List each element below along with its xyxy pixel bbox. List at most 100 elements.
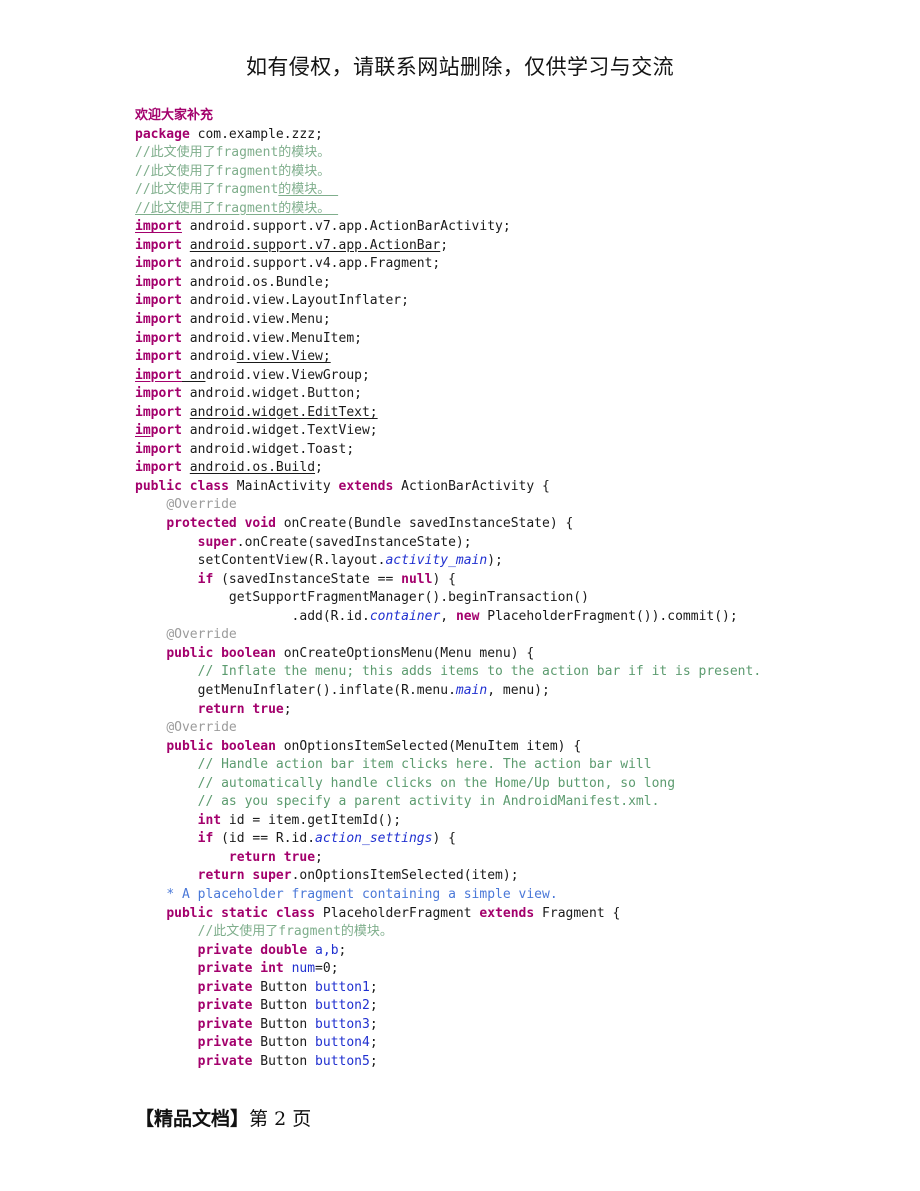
code-line: import android.widget.EditText; [135,404,895,423]
footer-page-number: 2 [274,1108,287,1130]
code-token: button1 [315,979,370,995]
code-line: import android.view.View; [135,348,895,367]
code-token: ; [369,1035,378,1051]
code-line: import android.view.MenuItem; [135,330,895,349]
code-token: container [369,608,441,624]
code-token: button5 [315,1053,370,1069]
code-token: action_settings [315,831,433,847]
code-token: private [197,1016,253,1032]
code-token: android.view.MenuItem; [181,330,362,346]
code-token: // as you specify a parent activity in A… [197,794,660,810]
code-line: private Button button5; [135,1053,895,1072]
code-token: return [197,701,245,717]
code-token: ; [440,237,449,253]
code-line: import android.view.Menu; [135,311,895,330]
code-token: getSupportFragmentManager().beginTransac… [228,590,589,606]
code-token: ; [338,942,347,958]
code-token: import [135,441,182,457]
code-token: .onOptionsItemSelected(item); [291,868,519,884]
code-line: // as you specify a parent activity in A… [135,793,895,812]
code-line: import android.os.Bundle; [135,274,895,293]
code-token: ; [369,998,378,1014]
code-line: @Override [135,719,895,738]
code-token: fragment [215,182,279,198]
code-line: import android.view.ViewGroup; [135,367,895,386]
code-token: im [135,423,151,439]
code-token: boolean [221,738,276,754]
code-line: public boolean onOptionsItemSelected(Men… [135,738,895,757]
code-line: @Override [135,626,895,645]
code-token: Button [252,998,316,1014]
code-token: android.view.LayoutInflater; [181,293,409,309]
code-token: import [135,237,182,253]
code-token: button4 [315,1035,370,1051]
code-line: //此文使用了fragment的模块。 [135,923,895,942]
code-line: .add(R.id.container, new PlaceholderFrag… [135,608,895,627]
code-line: if (id == R.id.action_settings) { [135,830,895,849]
code-token: private [197,979,253,995]
code-line: public class MainActivity extends Action… [135,478,895,497]
document-page: 如有侵权，请联系网站删除，仅供学习与交流 欢迎大家补充 package com.e… [0,0,920,1191]
code-token: extends [338,478,394,494]
code-token: ActionBarActivity { [393,478,550,494]
code-token: onOptionsItemSelected(MenuItem item) { [275,738,582,754]
code-line: import android.support.v7.app.ActionBar; [135,237,895,256]
code-token: android.widget.Button; [181,386,362,402]
footer-page-suffix: 页 [292,1108,312,1130]
code-token: id = item.getItemId(); [221,812,402,828]
code-token: private [197,1035,253,1051]
code-token: private [197,1053,253,1069]
code-line: // Inflate the menu; this adds items to … [135,663,895,682]
code-token: a,b [315,942,339,958]
code-line: import android.os.Build; [135,459,895,478]
code-token: int [197,812,222,828]
code-line: super.onCreate(savedInstanceState); [135,534,895,553]
code-token: ); [487,553,503,569]
code-token: Button [252,1053,316,1069]
code-token: (savedInstanceState == [213,571,402,587]
code-line: package com.example.zzz; [135,126,895,145]
code-token: onCreate(Bundle savedInstanceState) { [275,516,574,532]
code-token: static [221,905,269,921]
code-token: android.widget.Toast; [181,441,355,457]
code-token: package [135,126,190,142]
code-token: @Override [166,627,237,643]
code-token: ; [315,460,323,476]
code-token: android.widget.EditText; [189,404,378,420]
page-footer: 【精品文档】第 2 页 [135,1106,311,1132]
code-token: * A placeholder fragment containing a si… [166,886,558,902]
code-token: , [440,608,456,624]
code-token: import [135,256,182,272]
code-token: new [455,608,480,624]
code-token: android.os.Build [189,460,316,476]
code-token: (id == R.id. [213,831,316,847]
code-token: android.widget.TextView; [181,423,378,439]
code-line: public boolean onCreateOptionsMenu(Menu … [135,645,895,664]
code-line: private int num=0; [135,960,895,979]
code-token: .onCreate(savedInstanceState); [236,534,472,550]
code-token: //此文使用了fragment的模块。 [135,200,339,216]
footer-label: 【精品文档】 [135,1108,250,1130]
